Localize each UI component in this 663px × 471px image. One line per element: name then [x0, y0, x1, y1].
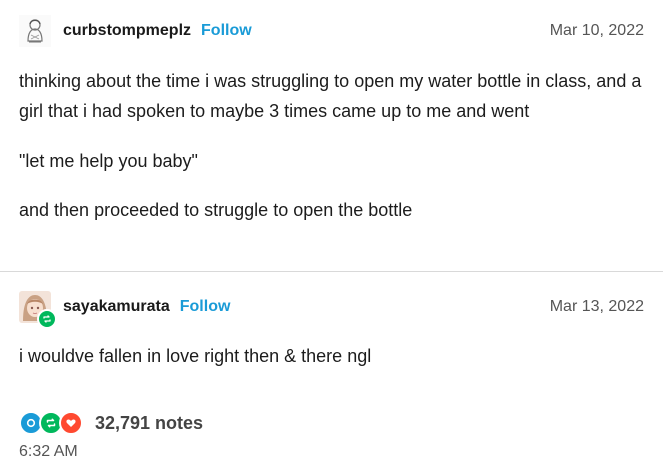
avatar-sketch-image [19, 15, 51, 47]
post-header-2: sayakamurata Follow Mar 13, 2022 [19, 287, 644, 329]
avatar[interactable] [19, 291, 57, 329]
reblog-divider [0, 271, 663, 272]
username[interactable]: curbstompmeplz [63, 22, 191, 40]
follow-button[interactable]: Follow [180, 298, 231, 316]
post-date[interactable]: Mar 10, 2022 [550, 22, 644, 40]
like-icon [59, 411, 83, 435]
avatar[interactable] [19, 15, 51, 47]
post-body-2: i wouldve fallen in love right then & th… [19, 341, 644, 371]
post-paragraph: and then proceeded to struggle to open t… [19, 200, 413, 220]
username[interactable]: sayakamurata [63, 298, 170, 316]
post-paragraph: thinking about the time i was struggling… [19, 71, 642, 121]
follow-button[interactable]: Follow [201, 22, 252, 40]
post-body-1: thinking about the time i was struggling… [19, 66, 644, 225]
post-header-1: curbstompmeplz Follow Mar 10, 2022 [19, 11, 644, 51]
reblog-badge-icon [37, 309, 57, 329]
post-paragraph: i wouldve fallen in love right then & th… [19, 346, 372, 366]
post-time: 6:32 AM [19, 443, 78, 460]
notes-count[interactable]: 32,791 notes [95, 413, 203, 434]
post-footer: 32,791 notes [19, 405, 203, 441]
post-paragraph: "let me help you baby" [19, 151, 198, 171]
post-date[interactable]: Mar 13, 2022 [550, 298, 644, 316]
notes-icons[interactable] [19, 411, 83, 435]
